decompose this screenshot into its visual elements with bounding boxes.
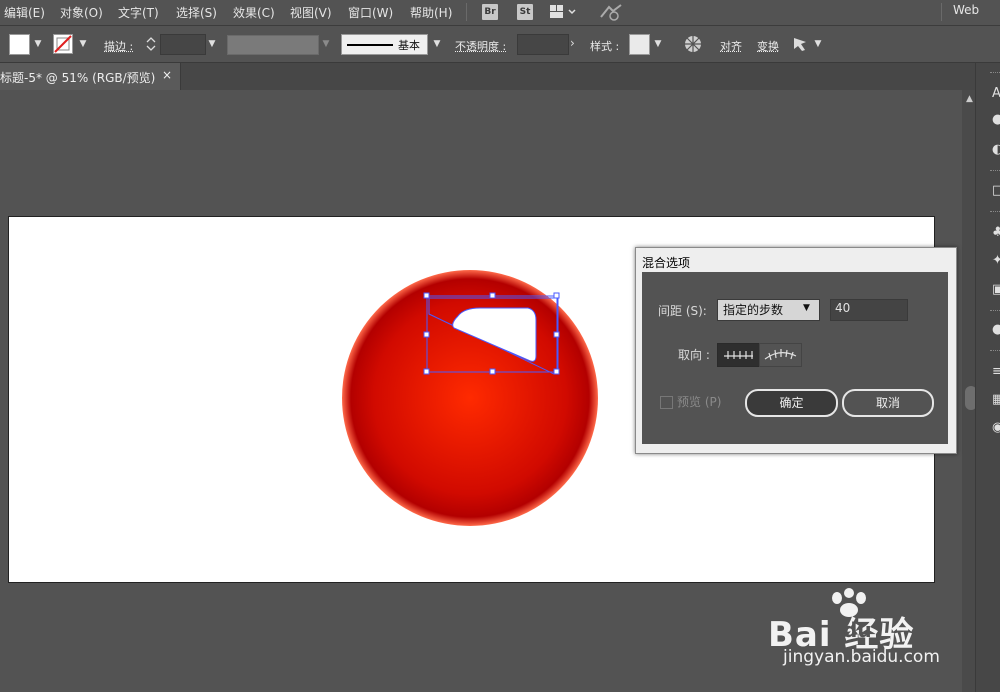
style-label: 样式 : [590,40,620,53]
opacity-input[interactable] [517,34,569,55]
brush-definition-select[interactable]: 基本 [341,34,428,55]
menu-separator [941,3,942,21]
brushes-icon[interactable]: ✦ [992,253,1000,268]
align-to-page-button[interactable] [717,343,760,367]
align-to-page-icon [724,351,753,359]
menu-select[interactable]: 选择(S) [176,4,217,21]
menu-help[interactable]: 帮助(H) [410,4,452,21]
preview-label: 预览 (P) [677,395,722,409]
chevron-down-icon[interactable]: ▼ [432,39,442,49]
recolor-artwork-icon[interactable] [684,35,702,53]
gpu-performance-icon[interactable] [599,3,623,21]
brush-stroke-preview [347,44,393,46]
chevron-right-icon[interactable]: › [570,36,575,50]
dialog-title: 混合选项 [642,256,691,270]
panel-grip[interactable] [990,211,1000,215]
color-icon[interactable]: ◐ [992,142,1000,157]
variable-width-profile[interactable] [227,35,319,55]
links-icon[interactable]: ◉ [992,420,1000,435]
highlight-selection[interactable] [420,290,565,380]
align-to-path-icon [764,349,797,361]
document-tab[interactable]: 标题-5* @ 51% (RGB/预览) × [0,63,181,90]
chevron-down-icon[interactable]: ▼ [207,39,217,49]
watermark-url: jingyan.baidu.com [783,647,940,667]
steps-input-value: 40 [835,301,851,315]
fill-color-swatch[interactable] [9,34,30,55]
stroke-weight-input[interactable] [160,34,206,55]
align-panel-icon[interactable]: ≡ [992,364,1000,379]
menu-object[interactable]: 对象(O) [60,4,103,21]
character-icon[interactable]: A [992,86,1000,101]
spacing-label: 间距 (S): [658,304,707,318]
bridge-icon[interactable]: Br [482,4,498,20]
stepper-icon[interactable] [146,36,156,52]
chevron-down-icon[interactable]: ▼ [33,39,43,49]
panel-grip[interactable] [990,72,1000,76]
appearance-icon[interactable]: ● [992,322,1000,337]
orientation-label: 取向 : [678,348,710,362]
menu-effect[interactable]: 效果(C) [233,4,275,21]
spacing-select-value: 指定的步数 [723,303,784,317]
brush-icon[interactable]: ● [992,112,1000,127]
preview-checkbox[interactable] [660,396,673,409]
cancel-button[interactable]: 取消 [842,389,934,417]
document-tab-label: 标题-5* @ 51% (RGB/预览) [0,71,156,85]
chevron-down-icon[interactable]: ▼ [653,39,663,49]
ok-button[interactable]: 确定 [745,389,838,417]
chevron-down-icon: ▼ [322,39,330,49]
menu-bar: 编辑(E) 对象(O) 文字(T) 选择(S) 效果(C) 视图(V) 窗口(W… [0,0,1000,26]
workspace-switcher[interactable]: Web [953,3,979,17]
menu-view[interactable]: 视图(V) [290,4,332,21]
brush-label: 基本 [398,39,420,52]
stock-icon[interactable]: St [517,4,533,20]
menu-type[interactable]: 文字(T) [118,4,159,21]
document-tab-bar: 标题-5* @ 51% (RGB/预览) × [0,63,975,90]
symbols-icon[interactable]: ♣ [992,225,1000,240]
align-button[interactable]: 对齐 [720,38,742,54]
align-to-path-button[interactable] [759,343,802,367]
menu-edit[interactable]: 编辑(E) [4,4,45,21]
graphic-styles-icon[interactable]: ▣ [992,282,1000,297]
layers-icon[interactable]: ▦ [992,392,1000,407]
transform-button[interactable]: 变换 [757,38,779,54]
menu-separator [466,3,467,21]
panel-grip[interactable] [990,310,1000,314]
control-bar: ▼ ▼ 描边 : ▼ ▼ 基本 ▼ 不透明度 : › 样式 : ▼ 对齐 变换 … [0,26,1000,63]
chevron-down-icon[interactable]: ▼ [813,39,823,49]
panel-grip[interactable] [990,170,1000,174]
scroll-up-icon[interactable]: ▲ [966,94,973,104]
chevron-down-icon[interactable]: ▼ [78,39,88,49]
close-icon[interactable]: × [162,68,172,82]
stroke-weight-label[interactable]: 描边 : [104,38,133,54]
graphic-style-swatch[interactable] [629,34,650,55]
isolate-selection-icon[interactable] [791,35,809,53]
menu-window[interactable]: 窗口(W) [348,4,393,21]
chevron-down-icon: ▼ [803,303,810,313]
stroke-color-swatch[interactable] [53,34,73,54]
arrange-documents-icon[interactable] [550,5,578,19]
artboard-icon[interactable]: □ [992,183,1000,198]
panel-grip[interactable] [990,350,1000,354]
opacity-label[interactable]: 不透明度 : [455,38,506,54]
watermark-brand-du: du [843,618,872,642]
